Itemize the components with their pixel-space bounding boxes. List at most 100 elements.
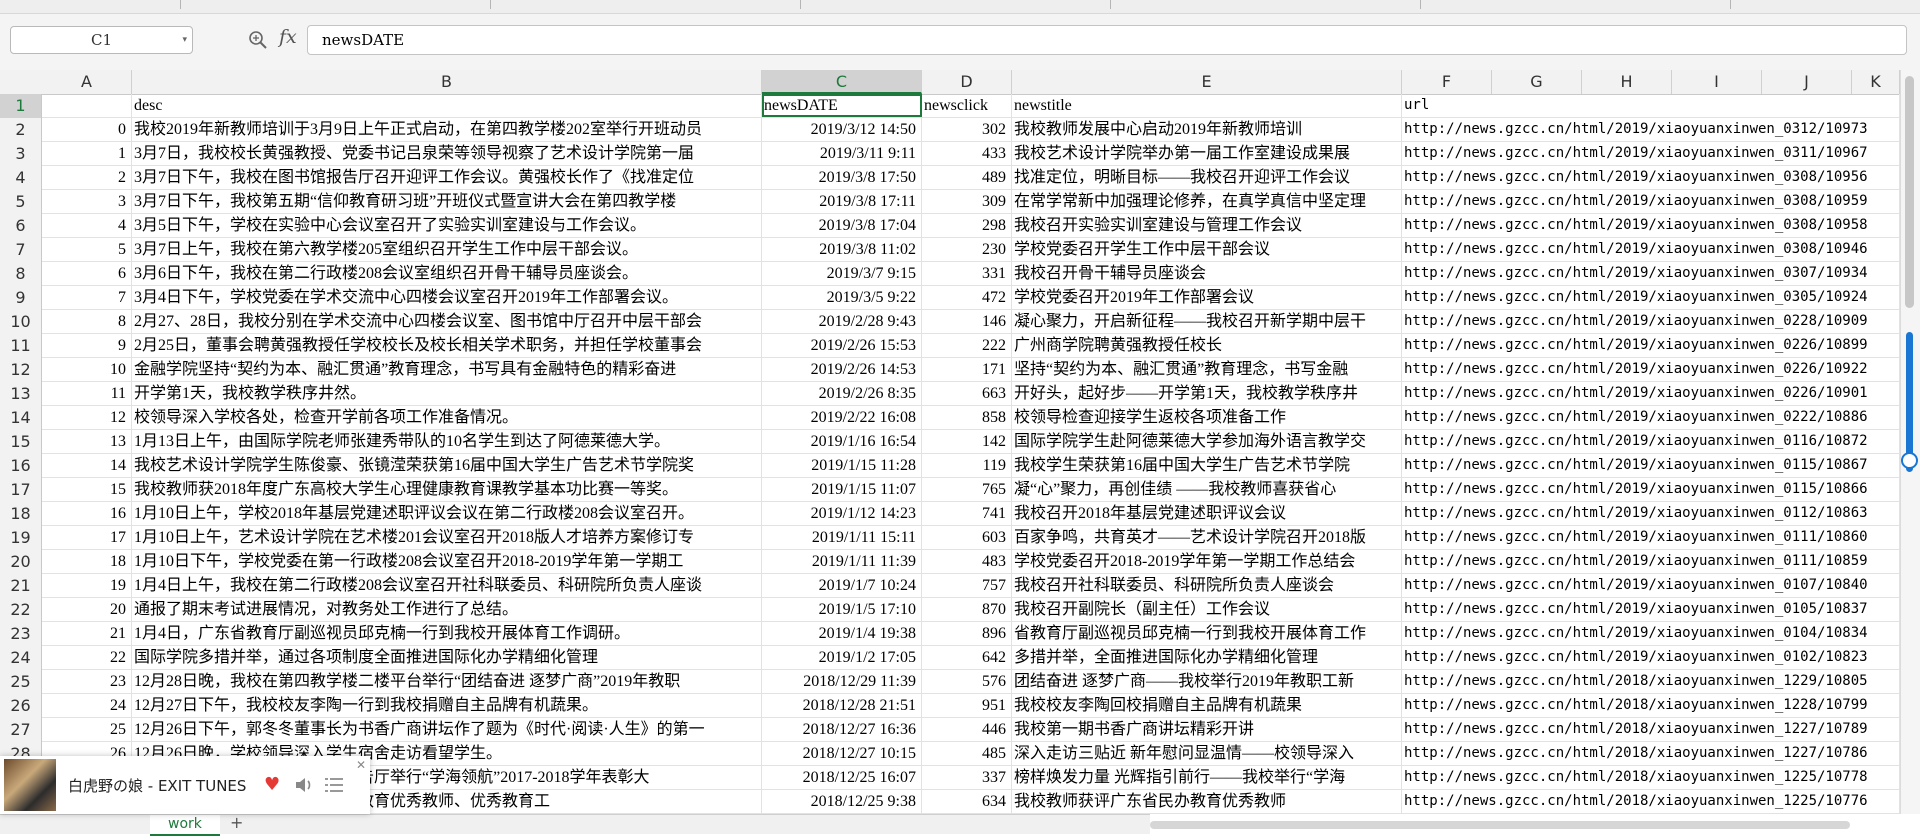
cell-a[interactable]: 24 — [42, 694, 132, 717]
cell-c[interactable]: 2019/3/7 9:15 — [762, 262, 922, 285]
cell-e[interactable]: 学校党委召开2019年工作部署会议 — [1012, 286, 1402, 309]
cell-a[interactable]: 1 — [42, 142, 132, 165]
column-header-h[interactable]: H — [1582, 70, 1672, 94]
cell-d[interactable]: 309 — [922, 190, 1012, 213]
cell-b[interactable]: 12月27日下午，我校校友李陶一行到我校捐赠自主品牌有机蔬果。 — [132, 694, 762, 717]
playlist-icon[interactable] — [325, 777, 343, 793]
cell-b[interactable]: 2月27、28日，我校分别在学术交流中心四楼会议室、图书馆中厅召开中层干部会 — [132, 310, 762, 333]
cell-b[interactable]: 我校艺术设计学院学生陈俊豪、张镜滢荣获第16届中国大学生广告艺术节学院奖 — [132, 454, 762, 477]
cell-c[interactable]: 2019/3/11 9:11 — [762, 142, 922, 165]
cell-e[interactable]: newstitle — [1012, 94, 1402, 117]
cell-b[interactable]: 3月4日下午，学校党委在学术交流中心四楼会议室召开2019年工作部署会议。 — [132, 286, 762, 309]
cell-c[interactable]: 2019/1/15 11:28 — [762, 454, 922, 477]
cell-b[interactable]: 我校教师获2018年度广东高校大学生心理健康教育课教学基本功比赛一等奖。 — [132, 478, 762, 501]
cell-c[interactable]: 2019/3/5 9:22 — [762, 286, 922, 309]
cell-f[interactable]: http://news.gzcc.cn/html/2019/xiaoyuanxi… — [1402, 430, 1900, 453]
column-header-g[interactable]: G — [1492, 70, 1582, 94]
cell-d[interactable]: 485 — [922, 742, 1012, 765]
cell-f[interactable]: http://news.gzcc.cn/html/2018/xiaoyuanxi… — [1402, 718, 1900, 741]
cell-f[interactable]: http://news.gzcc.cn/html/2019/xiaoyuanxi… — [1402, 574, 1900, 597]
cell-a[interactable]: 22 — [42, 646, 132, 669]
cell-f[interactable]: http://news.gzcc.cn/html/2018/xiaoyuanxi… — [1402, 694, 1900, 717]
cell-b[interactable]: 1月13日上午，由国际学院老师张建秀带队的10名学生到达了阿德莱德大学。 — [132, 430, 762, 453]
cell-d[interactable]: 634 — [922, 790, 1012, 813]
row-number[interactable]: 2 — [0, 118, 42, 142]
cell-b[interactable]: 3月6日下午，我校在第二行政楼208会议室组织召开骨干辅导员座谈会。 — [132, 262, 762, 285]
cell-e[interactable]: 我校召开社科联委员、科研院所负责人座谈会 — [1012, 574, 1402, 597]
cell-d[interactable]: 171 — [922, 358, 1012, 381]
cell-b[interactable]: 3月7日，我校校长黄强教授、党委书记吕泉荣等领导视察了艺术设计学院第一届 — [132, 142, 762, 165]
cell-a[interactable]: 15 — [42, 478, 132, 501]
cell-d[interactable]: 230 — [922, 238, 1012, 261]
cell-d[interactable]: 870 — [922, 598, 1012, 621]
cell-d[interactable]: newsclick — [922, 94, 1012, 117]
cell-b[interactable]: 12月28日晚，我校在第四教学楼二楼平台举行“团结奋进 逐梦广商”2019年教职 — [132, 670, 762, 693]
cell-e[interactable]: 我校召开副院长（副主任）工作会议 — [1012, 598, 1402, 621]
cell-e[interactable]: 我校教师发展中心启动2019年新教师培训 — [1012, 118, 1402, 141]
cell-a[interactable]: 5 — [42, 238, 132, 261]
cell-c[interactable]: 2019/2/28 9:43 — [762, 310, 922, 333]
cell-c[interactable]: 2018/12/27 10:15 — [762, 742, 922, 765]
cell-f[interactable]: http://news.gzcc.cn/html/2019/xiaoyuanxi… — [1402, 334, 1900, 357]
cell-d[interactable]: 858 — [922, 406, 1012, 429]
cell-c[interactable]: 2019/1/15 11:07 — [762, 478, 922, 501]
row-number[interactable]: 7 — [0, 238, 42, 262]
cell-d[interactable]: 331 — [922, 262, 1012, 285]
name-box[interactable]: C1 ▾ — [10, 26, 193, 54]
cell-a[interactable]: 7 — [42, 286, 132, 309]
cell-c[interactable]: 2019/3/8 17:04 — [762, 214, 922, 237]
cell-d[interactable]: 489 — [922, 166, 1012, 189]
cell-f[interactable]: http://news.gzcc.cn/html/2019/xiaoyuanxi… — [1402, 478, 1900, 501]
cell-f[interactable]: http://news.gzcc.cn/html/2019/xiaoyuanxi… — [1402, 190, 1900, 213]
cell-f[interactable]: http://news.gzcc.cn/html/2018/xiaoyuanxi… — [1402, 670, 1900, 693]
cell-b[interactable]: 3月5日下午，学校在实验中心会议室召开了实验实训室建设与工作会议。 — [132, 214, 762, 237]
cell-c[interactable]: newsDATE — [762, 94, 922, 117]
cell-b[interactable]: 1月4日，广东省教育厅副巡视员邱克楠一行到我校开展体育工作调研。 — [132, 622, 762, 645]
zoom-icon[interactable] — [248, 30, 268, 50]
cell-e[interactable]: 找准定位，明晰目标——我校召开迎评工作会议 — [1012, 166, 1402, 189]
cell-e[interactable]: 我校校友李陶回校捐赠自主品牌有机蔬果 — [1012, 694, 1402, 717]
cell-e[interactable]: 广州商学院聘黄强教授任校长 — [1012, 334, 1402, 357]
row-number[interactable]: 4 — [0, 166, 42, 190]
cell-b[interactable]: desc — [132, 94, 762, 117]
cell-d[interactable]: 119 — [922, 454, 1012, 477]
cell-d[interactable]: 337 — [922, 766, 1012, 789]
cell-c[interactable]: 2019/2/26 15:53 — [762, 334, 922, 357]
column-header-b[interactable]: B — [132, 70, 762, 94]
row-number[interactable]: 10 — [0, 310, 42, 334]
cell-a[interactable]: 13 — [42, 430, 132, 453]
column-header-k[interactable]: K — [1852, 70, 1900, 94]
cell-a[interactable]: 2 — [42, 166, 132, 189]
cell-f[interactable]: http://news.gzcc.cn/html/2019/xiaoyuanxi… — [1402, 118, 1900, 141]
cell-a[interactable]: 19 — [42, 574, 132, 597]
cell-c[interactable]: 2019/1/11 11:39 — [762, 550, 922, 573]
cell-b[interactable]: 1月10日上午，艺术设计学院在艺术楼201会议室召开2018版人才培养方案修订专 — [132, 526, 762, 549]
row-number[interactable]: 13 — [0, 382, 42, 406]
horizontal-scrollbar[interactable] — [1150, 818, 1850, 832]
row-number[interactable]: 19 — [0, 526, 42, 550]
cell-f[interactable]: http://news.gzcc.cn/html/2018/xiaoyuanxi… — [1402, 790, 1900, 813]
cell-f[interactable]: http://news.gzcc.cn/html/2019/xiaoyuanxi… — [1402, 310, 1900, 333]
cell-d[interactable]: 576 — [922, 670, 1012, 693]
cell-a[interactable]: 16 — [42, 502, 132, 525]
cell-c[interactable]: 2018/12/27 16:36 — [762, 718, 922, 741]
row-number[interactable]: 8 — [0, 262, 42, 286]
zoom-slider[interactable] — [1906, 332, 1913, 472]
row-number[interactable]: 5 — [0, 190, 42, 214]
cell-d[interactable]: 642 — [922, 646, 1012, 669]
column-header-j[interactable]: J — [1762, 70, 1852, 94]
cell-c[interactable]: 2019/1/7 10:24 — [762, 574, 922, 597]
volume-icon[interactable] — [294, 776, 314, 794]
cell-c[interactable]: 2019/3/12 14:50 — [762, 118, 922, 141]
cell-e[interactable]: 我校学生荣获第16届中国大学生广告艺术节学院 — [1012, 454, 1402, 477]
cell-f[interactable]: http://news.gzcc.cn/html/2019/xiaoyuanxi… — [1402, 214, 1900, 237]
cell-a[interactable]: 20 — [42, 598, 132, 621]
cell-b[interactable]: 12月26日下午，郭冬冬董事长为书香广商讲坛作了题为《时代·阅读·人生》的第一 — [132, 718, 762, 741]
cell-a[interactable]: 8 — [42, 310, 132, 333]
cell-c[interactable]: 2019/2/26 14:53 — [762, 358, 922, 381]
cell-f[interactable]: http://news.gzcc.cn/html/2018/xiaoyuanxi… — [1402, 742, 1900, 765]
cell-d[interactable]: 765 — [922, 478, 1012, 501]
close-icon[interactable]: ✕ — [356, 758, 366, 772]
cell-c[interactable]: 2019/1/12 14:23 — [762, 502, 922, 525]
cell-f[interactable]: http://news.gzcc.cn/html/2019/xiaoyuanxi… — [1402, 166, 1900, 189]
